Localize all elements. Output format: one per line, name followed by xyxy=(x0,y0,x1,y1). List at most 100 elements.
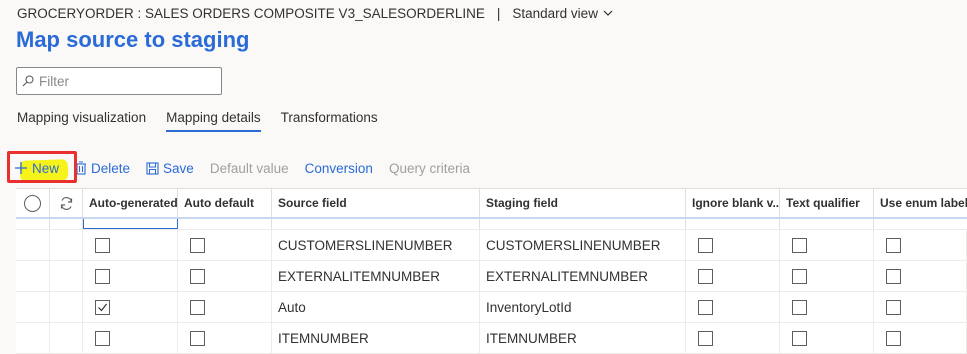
ignore-blank-cell[interactable] xyxy=(686,261,780,291)
tab-bar: Mapping visualization Mapping details Tr… xyxy=(17,110,398,132)
filter-input[interactable] xyxy=(39,73,209,89)
auto-generated-cell[interactable] xyxy=(83,323,178,353)
page-title: Map source to staging xyxy=(16,27,250,52)
select-all-column[interactable] xyxy=(16,189,50,217)
action-toolbar: New Delete Save Default value Conversion… xyxy=(14,158,486,182)
use-enum-label-checkbox[interactable] xyxy=(886,299,901,315)
breadcrumb: GROCERYORDER : SALES ORDERS COMPOSITE V3… xyxy=(17,5,485,21)
table-row[interactable]: CUSTOMERSLINENUMBER CUSTOMERSLINENUMBER xyxy=(16,230,967,261)
auto-generated-cell[interactable] xyxy=(83,230,178,260)
checkmark-icon xyxy=(98,303,107,311)
tab-mapping-visualization[interactable]: Mapping visualization xyxy=(17,110,146,132)
staging-field-cell[interactable]: ITEMNUMBER xyxy=(480,323,686,353)
active-cell[interactable] xyxy=(83,219,178,229)
use-enum-label-cell[interactable] xyxy=(874,323,967,353)
text-qualifier-checkbox[interactable] xyxy=(792,299,807,315)
cell xyxy=(178,219,272,229)
query-criteria-button[interactable]: Query criteria xyxy=(389,161,470,176)
auto-default-cell[interactable] xyxy=(178,230,272,260)
column-header-source-field[interactable]: Source field xyxy=(272,189,480,217)
row-select-cell[interactable] xyxy=(16,323,50,353)
delete-button[interactable]: Delete xyxy=(75,161,130,176)
auto-default-checkbox[interactable] xyxy=(190,268,205,284)
auto-generated-cell[interactable] xyxy=(83,292,178,322)
select-all-checkbox[interactable] xyxy=(24,194,41,212)
text-qualifier-cell[interactable] xyxy=(780,323,874,353)
ignore-blank-checkbox[interactable] xyxy=(698,330,713,346)
use-enum-label-cell[interactable] xyxy=(874,261,967,291)
save-button-label: Save xyxy=(163,160,194,176)
save-icon xyxy=(146,161,159,175)
use-enum-label-checkbox[interactable] xyxy=(886,268,901,284)
ignore-blank-checkbox[interactable] xyxy=(698,299,713,315)
column-header-auto-generated[interactable]: Auto-generated xyxy=(83,189,178,217)
source-field-cell[interactable]: Auto xyxy=(272,292,480,322)
column-header-text-qualifier[interactable]: Text qualifier xyxy=(780,189,874,217)
filter-box[interactable] xyxy=(16,67,222,95)
conversion-button[interactable]: Conversion xyxy=(305,161,373,176)
text-qualifier-checkbox[interactable] xyxy=(792,330,807,346)
auto-default-cell[interactable] xyxy=(178,323,272,353)
grid-body: CUSTOMERSLINENUMBER CUSTOMERSLINENUMBER EX… xyxy=(16,230,967,354)
plus-icon xyxy=(14,161,28,175)
row-select-cell[interactable] xyxy=(16,261,50,291)
save-button[interactable]: Save xyxy=(146,161,194,176)
table-row-partial[interactable] xyxy=(16,219,967,230)
staging-field-cell[interactable]: InventoryLotId xyxy=(480,292,686,322)
row-select-cell[interactable] xyxy=(16,230,50,260)
auto-generated-checkbox[interactable] xyxy=(95,237,110,253)
auto-default-cell[interactable] xyxy=(178,292,272,322)
refresh-icon[interactable] xyxy=(59,196,74,211)
use-enum-label-checkbox[interactable] xyxy=(886,237,901,253)
column-header-auto-default[interactable]: Auto default xyxy=(178,189,272,217)
auto-generated-cell[interactable] xyxy=(83,261,178,291)
tab-mapping-details[interactable]: Mapping details xyxy=(166,110,261,132)
auto-generated-checkbox[interactable] xyxy=(95,299,110,315)
auto-generated-checkbox[interactable] xyxy=(95,330,110,346)
row-select-cell[interactable] xyxy=(16,292,50,322)
auto-generated-checkbox[interactable] xyxy=(95,268,110,284)
source-field-cell[interactable]: EXTERNALITEMNUMBER xyxy=(272,261,480,291)
ignore-blank-cell[interactable] xyxy=(686,292,780,322)
column-header-ignore-blank[interactable]: Ignore blank v... xyxy=(686,189,780,217)
delete-button-label: Delete xyxy=(91,160,131,176)
cell xyxy=(272,219,480,229)
row-spacer-cell xyxy=(50,219,83,229)
source-field-cell[interactable]: CUSTOMERSLINENUMBER xyxy=(272,230,480,260)
table-row[interactable]: EXTERNALITEMNUMBER EXTERNALITEMNUMBER xyxy=(16,261,967,292)
text-qualifier-cell[interactable] xyxy=(780,230,874,260)
row-select-cell xyxy=(16,219,50,229)
default-value-button[interactable]: Default value xyxy=(210,161,289,176)
mapping-grid: Auto-generated Auto default Source field… xyxy=(16,188,967,354)
row-spacer-cell xyxy=(50,230,83,260)
table-row[interactable]: ITEMNUMBER ITEMNUMBER xyxy=(16,323,967,354)
table-row[interactable]: Auto InventoryLotId xyxy=(16,292,967,323)
staging-field-cell[interactable]: EXTERNALITEMNUMBER xyxy=(480,261,686,291)
text-qualifier-checkbox[interactable] xyxy=(792,237,807,253)
column-header-use-enum-label[interactable]: Use enum label xyxy=(874,189,967,217)
source-field-cell[interactable]: ITEMNUMBER xyxy=(272,323,480,353)
text-qualifier-checkbox[interactable] xyxy=(792,268,807,284)
auto-default-checkbox[interactable] xyxy=(190,237,205,253)
ignore-blank-cell[interactable] xyxy=(686,323,780,353)
text-qualifier-cell[interactable] xyxy=(780,292,874,322)
refresh-column[interactable] xyxy=(50,189,83,217)
tab-transformations[interactable]: Transformations xyxy=(281,110,378,132)
view-selector[interactable]: Standard view xyxy=(512,6,613,21)
ignore-blank-checkbox[interactable] xyxy=(698,268,713,284)
column-header-staging-field[interactable]: Staging field xyxy=(480,189,686,217)
auto-default-checkbox[interactable] xyxy=(190,330,205,346)
view-selector-label: Standard view xyxy=(512,5,598,21)
new-button[interactable]: New xyxy=(14,158,69,182)
text-qualifier-cell[interactable] xyxy=(780,261,874,291)
staging-field-cell[interactable]: CUSTOMERSLINENUMBER xyxy=(480,230,686,260)
auto-default-cell[interactable] xyxy=(178,261,272,291)
use-enum-label-cell[interactable] xyxy=(874,292,967,322)
auto-default-checkbox[interactable] xyxy=(190,299,205,315)
use-enum-label-checkbox[interactable] xyxy=(886,330,901,346)
ignore-blank-checkbox[interactable] xyxy=(698,237,713,253)
chevron-down-icon xyxy=(603,10,613,16)
ignore-blank-cell[interactable] xyxy=(686,230,780,260)
use-enum-label-cell[interactable] xyxy=(874,230,967,260)
new-button-label: New xyxy=(32,160,60,176)
